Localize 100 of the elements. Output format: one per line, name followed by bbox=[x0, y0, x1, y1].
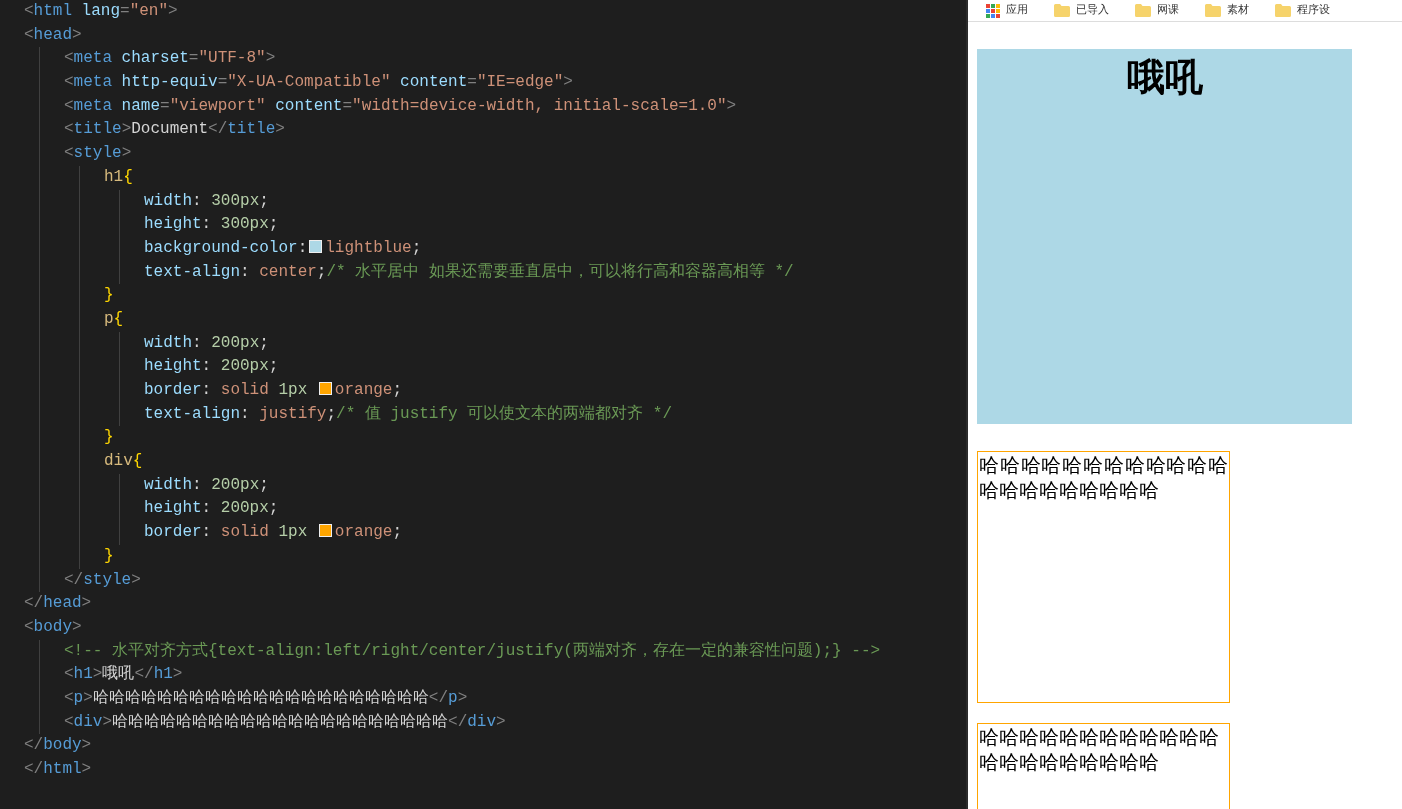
bookmark-label: 程序设 bbox=[1297, 2, 1330, 19]
code-token: div bbox=[467, 712, 497, 731]
code-token: html bbox=[33, 2, 72, 20]
code-token: : bbox=[201, 215, 213, 234]
code-token: < bbox=[24, 617, 34, 636]
code-token: p bbox=[448, 688, 458, 707]
code-token: background-color bbox=[144, 238, 298, 257]
code-token: } bbox=[104, 286, 114, 305]
code-token: width bbox=[144, 475, 192, 494]
code-token: </ bbox=[64, 570, 84, 589]
code-token: width bbox=[144, 333, 192, 352]
code-token: 200px bbox=[211, 475, 260, 494]
code-token: div bbox=[73, 712, 103, 731]
bookmark-item[interactable]: 已导入 bbox=[1054, 2, 1109, 19]
apps-grid-icon bbox=[986, 3, 1000, 18]
code-token: : bbox=[201, 357, 213, 376]
bookmark-label: 网课 bbox=[1157, 2, 1179, 19]
code-comment: /* 水平居中 如果还需要垂直居中，可以将行高和容器高相等 */ bbox=[326, 262, 794, 281]
heading-box: 哦吼 bbox=[977, 49, 1352, 424]
folder-icon bbox=[1054, 4, 1070, 17]
code-token: > bbox=[131, 570, 141, 589]
code-token: meta bbox=[73, 49, 112, 68]
code-token: > bbox=[726, 96, 737, 115]
code-token: < bbox=[64, 712, 74, 731]
code-token: p bbox=[73, 688, 84, 707]
code-token: html bbox=[43, 760, 82, 778]
bookmark-item[interactable]: 网课 bbox=[1135, 2, 1179, 19]
code-token: </ bbox=[24, 736, 44, 755]
code-token: body bbox=[33, 617, 72, 636]
code-token: Document bbox=[131, 120, 209, 139]
code-token: orange bbox=[334, 523, 393, 542]
code-token: height bbox=[144, 215, 202, 234]
bookmark-item[interactable]: 素材 bbox=[1205, 2, 1249, 19]
code-token: 300px bbox=[220, 215, 269, 234]
code-token: > bbox=[121, 120, 132, 139]
code-token: ; bbox=[259, 475, 269, 494]
code-token: : bbox=[192, 475, 203, 494]
code-comment: /* 值 justify 可以使文本的两端都对齐 */ bbox=[336, 404, 673, 423]
code-token: 200px bbox=[220, 357, 269, 376]
code-token: < bbox=[64, 49, 74, 68]
code-token: height bbox=[144, 357, 202, 376]
code-comment: <!-- 水平对齐方式{text-align:left/right/center/justify(两端对齐，存在一定的兼容性问题);} --> bbox=[64, 641, 881, 660]
code-token: > bbox=[457, 688, 468, 707]
code-token: ; bbox=[259, 333, 269, 352]
code-token: </ bbox=[134, 665, 154, 684]
code-token: "viewport" bbox=[169, 96, 266, 115]
code-token: > bbox=[102, 712, 113, 731]
code-token: : bbox=[240, 262, 251, 281]
code-token: </ bbox=[24, 760, 44, 778]
code-token: < bbox=[64, 73, 74, 92]
code-token: ; bbox=[268, 215, 279, 234]
code-token: </ bbox=[448, 712, 468, 731]
code-token: > bbox=[83, 688, 93, 707]
code-token: > bbox=[496, 712, 506, 731]
code-token: name bbox=[120, 96, 161, 115]
div-box: 哈哈哈哈哈哈哈哈哈哈哈哈哈哈哈哈哈哈哈哈哈 bbox=[977, 723, 1230, 809]
code-token: 1px bbox=[277, 381, 309, 399]
code-token: < bbox=[64, 144, 74, 163]
code-token: < bbox=[24, 2, 34, 20]
code-token: > bbox=[172, 665, 183, 684]
code-token: } bbox=[104, 546, 114, 565]
code-token: < bbox=[64, 665, 74, 684]
code-token: border bbox=[144, 381, 202, 399]
code-token: : bbox=[240, 404, 251, 423]
code-token: content bbox=[274, 96, 343, 115]
code-token: : bbox=[192, 191, 203, 210]
code-token: > bbox=[275, 120, 285, 139]
code-token: > bbox=[72, 617, 82, 636]
bookmark-item[interactable]: 程序设 bbox=[1275, 2, 1330, 19]
code-token: = bbox=[217, 73, 228, 92]
code-token: </ bbox=[208, 120, 228, 139]
code-token: lang bbox=[80, 2, 121, 20]
code-token: { bbox=[113, 309, 124, 328]
code-token: { bbox=[123, 167, 133, 186]
code-token: 哈哈哈哈哈哈哈哈哈哈哈哈哈哈哈哈哈哈哈哈哈 bbox=[112, 712, 449, 731]
code-token: meta bbox=[73, 73, 112, 92]
bookmark-item[interactable]: 应用 bbox=[986, 2, 1028, 19]
code-token: width bbox=[144, 191, 192, 210]
code-token: ; bbox=[268, 357, 279, 376]
code-token: > bbox=[265, 49, 276, 68]
code-token: = bbox=[120, 2, 130, 20]
code-token: = bbox=[467, 73, 477, 92]
code-token: < bbox=[64, 688, 74, 707]
code-token: : bbox=[201, 381, 213, 399]
code-token: > bbox=[168, 2, 178, 20]
code-token: http-equiv bbox=[120, 73, 218, 92]
code-token: > bbox=[81, 760, 92, 778]
code-token: : bbox=[192, 333, 203, 352]
code-token: > bbox=[563, 73, 573, 92]
code-token: h1 bbox=[104, 167, 124, 186]
code-token: } bbox=[104, 428, 114, 447]
code-token: </ bbox=[24, 594, 44, 613]
code-token: solid bbox=[220, 523, 269, 542]
paragraph-box: 哈哈哈哈哈哈哈哈哈哈哈哈哈哈哈哈哈哈哈哈哈 bbox=[977, 451, 1230, 703]
code-token: ; bbox=[411, 238, 422, 257]
code-token: "en" bbox=[129, 2, 169, 20]
code-token: text-align bbox=[144, 262, 240, 281]
code-token: : bbox=[201, 499, 213, 518]
code-token: < bbox=[64, 120, 74, 139]
code-token: div bbox=[104, 452, 133, 471]
